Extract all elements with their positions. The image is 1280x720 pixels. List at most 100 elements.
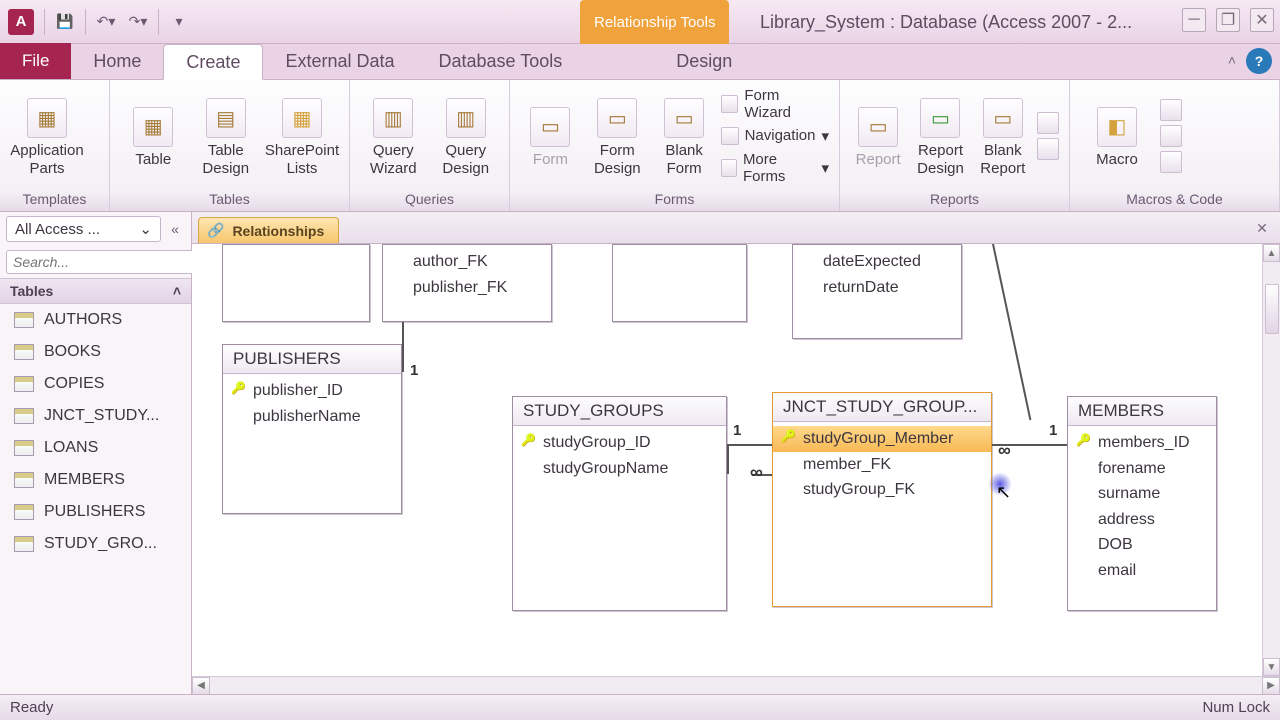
field[interactable]: author_FK (383, 249, 551, 275)
form-wizard-button[interactable]: Form Wizard (721, 87, 829, 121)
nav-item-loans[interactable]: LOANS (0, 432, 191, 464)
navigation-button[interactable]: Navigation ▾ (721, 127, 829, 145)
field[interactable]: surname (1068, 481, 1216, 507)
field-pk[interactable]: studyGroup_ID (513, 430, 726, 456)
doc-tab-relationships[interactable]: 🔗 Relationships (198, 217, 339, 243)
table-box-partial-2[interactable] (612, 244, 747, 322)
tab-file[interactable]: File (0, 43, 71, 79)
module-icon[interactable] (1160, 99, 1182, 121)
table-icon (14, 408, 34, 424)
table-box-members[interactable]: MEMBERS members_ID forename surname addr… (1067, 396, 1217, 611)
horizontal-scrollbar[interactable]: ◀ ▶ (192, 676, 1280, 694)
table-design-button[interactable]: ▤Table Design (193, 94, 260, 177)
field-pk-selected[interactable]: studyGroup_Member (773, 426, 991, 452)
scroll-down-button[interactable]: ▼ (1263, 658, 1280, 676)
undo-button[interactable]: ↶▾ (90, 6, 122, 38)
close-document-button[interactable]: ✕ (1252, 218, 1272, 238)
query-design-button[interactable]: ▥Query Design (433, 94, 500, 177)
nav-collapse-button[interactable]: « (165, 217, 185, 241)
app-icon: A (8, 9, 34, 35)
tab-external-data[interactable]: External Data (263, 43, 416, 79)
group-forms-label: Forms (510, 191, 839, 211)
scroll-up-button[interactable]: ▲ (1263, 244, 1280, 262)
tab-create[interactable]: Create (163, 44, 263, 80)
help-button[interactable]: ? (1246, 48, 1272, 74)
nav-item-members[interactable]: MEMBERS (0, 464, 191, 496)
table-title[interactable]: PUBLISHERS (223, 345, 401, 374)
table-box-study-groups[interactable]: STUDY_GROUPS studyGroup_ID studyGroupNam… (512, 396, 727, 611)
table-box-publishers[interactable]: PUBLISHERS publisher_ID publisherName (222, 344, 402, 514)
relationship-line[interactable] (402, 322, 404, 372)
field[interactable]: forename (1068, 456, 1216, 482)
tab-database-tools[interactable]: Database Tools (417, 43, 585, 79)
field[interactable]: member_FK (773, 452, 991, 478)
query-wizard-button[interactable]: ▥Query Wizard (360, 94, 427, 177)
field[interactable]: returnDate (793, 275, 961, 301)
nav-item-authors[interactable]: AUTHORS (0, 304, 191, 336)
tab-design[interactable]: Design (654, 43, 754, 79)
scroll-right-button[interactable]: ▶ (1262, 677, 1280, 695)
field[interactable]: publisherName (223, 404, 401, 430)
nav-item-publishers[interactable]: PUBLISHERS (0, 496, 191, 528)
table-box-jnct-study-group[interactable]: JNCT_STUDY_GROUP... studyGroup_Member me… (772, 392, 992, 607)
relationship-line[interactable] (727, 444, 729, 474)
relationship-line[interactable] (727, 444, 772, 446)
nav-category-dropdown[interactable]: All Access ...⌄ (6, 216, 161, 242)
blank-form-button[interactable]: ▭Blank Form (654, 94, 715, 177)
table-box-books-partial[interactable]: author_FK publisher_FK (382, 244, 552, 322)
scroll-left-button[interactable]: ◀ (192, 677, 210, 695)
group-macros-label: Macros & Code (1070, 191, 1279, 211)
report-design-button[interactable]: ▭Report Design (912, 94, 968, 177)
field-pk[interactable]: members_ID (1068, 430, 1216, 456)
nav-item-books[interactable]: BOOKS (0, 336, 191, 368)
field-pk[interactable]: publisher_ID (223, 378, 401, 404)
field[interactable]: dateExpected (793, 249, 961, 275)
chevron-down-icon: ⌄ (139, 220, 152, 238)
more-forms-icon (721, 159, 737, 177)
field[interactable]: publisher_FK (383, 275, 551, 301)
form-design-button[interactable]: ▭Form Design (587, 94, 648, 177)
class-module-icon[interactable] (1160, 125, 1182, 147)
nav-item-jnct-study[interactable]: JNCT_STUDY... (0, 400, 191, 432)
minimize-button[interactable]: ─ (1182, 8, 1206, 32)
macro-button[interactable]: ◧Macro (1080, 103, 1154, 168)
table-button[interactable]: ▦Table (120, 103, 187, 168)
redo-button[interactable]: ↷▾ (122, 6, 154, 38)
report-button[interactable]: ▭Report (850, 103, 906, 168)
nav-item-study-groups[interactable]: STUDY_GRO... (0, 528, 191, 560)
application-parts-button[interactable]: ▦Application Parts (10, 94, 84, 177)
field[interactable]: DOB (1068, 532, 1216, 558)
scroll-thumb[interactable] (1265, 284, 1279, 334)
table-title[interactable]: STUDY_GROUPS (513, 397, 726, 426)
nav-item-copies[interactable]: COPIES (0, 368, 191, 400)
table-box-loans-partial[interactable]: dateExpected returnDate (792, 244, 962, 339)
restore-button[interactable]: ❐ (1216, 8, 1240, 32)
qat-customize[interactable]: ▾ (163, 6, 195, 38)
labels-icon[interactable] (1037, 138, 1059, 160)
field[interactable]: email (1068, 558, 1216, 584)
vertical-scrollbar[interactable]: ▲ ▼ (1262, 244, 1280, 676)
more-forms-button[interactable]: More Forms ▾ (721, 151, 829, 185)
cardinality-one: 1 (410, 362, 418, 379)
table-title[interactable]: JNCT_STUDY_GROUP... (773, 393, 991, 422)
close-button[interactable]: ✕ (1250, 8, 1274, 32)
blank-report-button[interactable]: ▭Blank Report (975, 94, 1031, 177)
table-box-partial-1[interactable] (222, 244, 370, 322)
tab-home[interactable]: Home (71, 43, 163, 79)
relationships-canvas[interactable]: author_FK publisher_FK dateExpected retu… (192, 244, 1280, 694)
table-title[interactable]: MEMBERS (1068, 397, 1216, 426)
field[interactable]: studyGroup_FK (773, 477, 991, 503)
field[interactable]: address (1068, 507, 1216, 533)
save-icon[interactable]: 💾 (49, 6, 81, 38)
cardinality-one: 1 (733, 422, 741, 439)
sharepoint-lists-button[interactable]: ▦SharePoint Lists (265, 94, 339, 177)
form-button[interactable]: ▭Form (520, 103, 581, 168)
vba-icon[interactable] (1160, 151, 1182, 173)
report-wizard-icon[interactable] (1037, 112, 1059, 134)
collapse-ribbon-button[interactable]: ˄ (1228, 52, 1236, 68)
nav-search-input[interactable] (6, 250, 202, 274)
relationship-line[interactable] (992, 244, 1031, 420)
nav-section-tables[interactable]: Tables˄ (0, 278, 191, 304)
table-icon (14, 312, 34, 328)
field[interactable]: studyGroupName (513, 456, 726, 482)
